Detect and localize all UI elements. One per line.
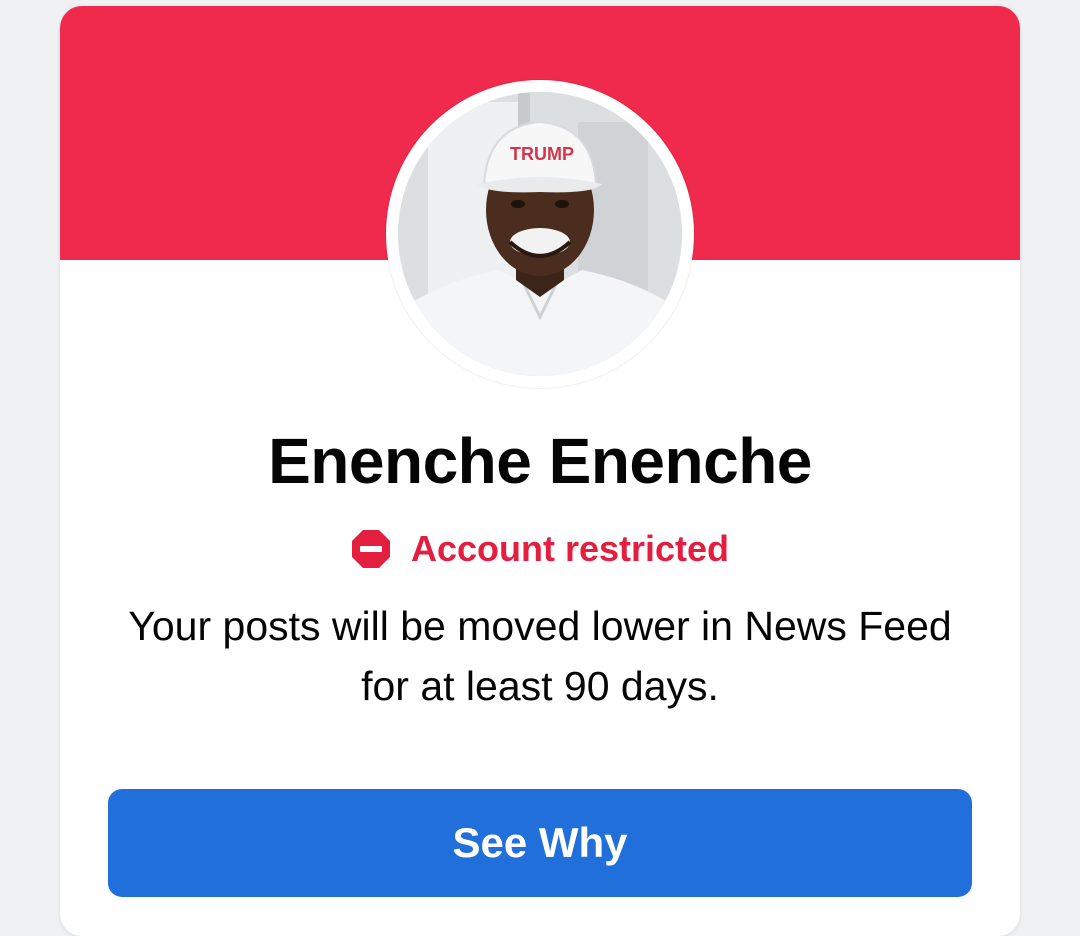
profile-name: Enenche Enenche bbox=[268, 425, 812, 497]
status-label: Account restricted bbox=[410, 528, 730, 569]
restriction-card: TRUMP Enenche Enenche Account restricted… bbox=[60, 6, 1020, 936]
see-why-button[interactable]: See Why bbox=[108, 789, 972, 897]
restriction-message: Your posts will be moved lower in News F… bbox=[128, 603, 952, 709]
status-row: Account restricted bbox=[60, 528, 1020, 570]
avatar-ring: TRUMP bbox=[386, 80, 694, 388]
avatar[interactable]: TRUMP bbox=[398, 92, 682, 376]
restricted-icon bbox=[351, 530, 390, 568]
hat-lettering: TRUMP bbox=[510, 144, 574, 164]
profile-photo: TRUMP bbox=[398, 92, 682, 376]
